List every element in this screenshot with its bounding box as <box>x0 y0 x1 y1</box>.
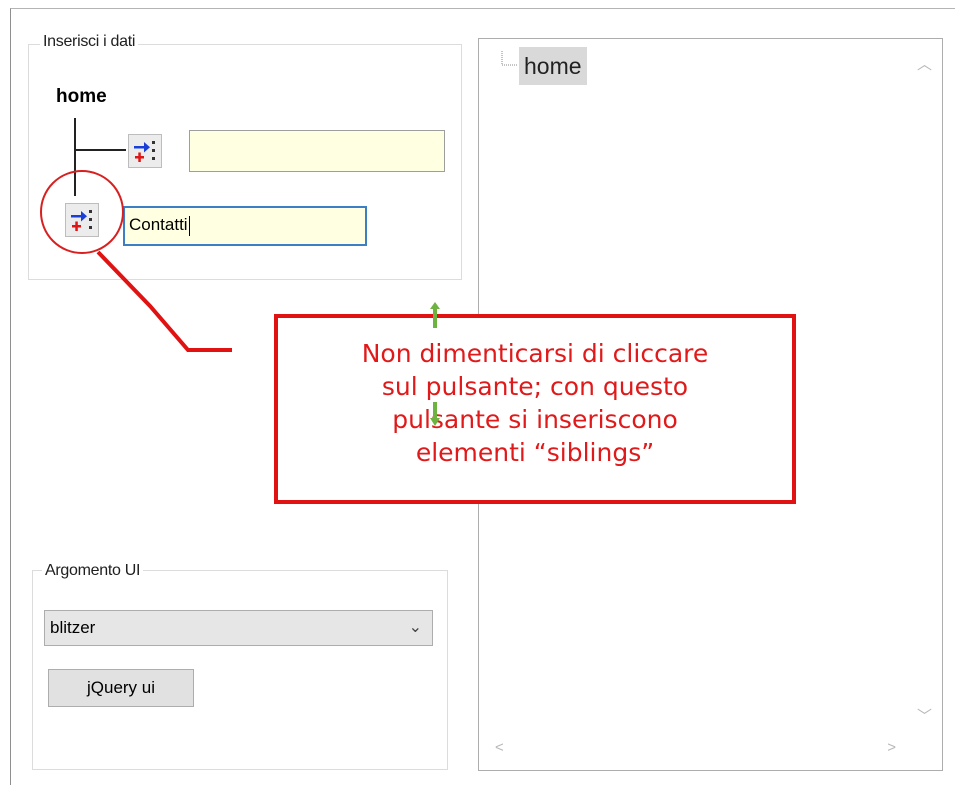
theme-select[interactable]: blitzer ⌄ <box>44 610 433 646</box>
callout-line-1: Non dimenticarsi di cliccare <box>361 339 709 368</box>
scroll-down-arrow[interactable]: ﹀ <box>917 705 932 726</box>
callout-line-2: sul pulsante; con questo <box>381 372 689 401</box>
annotation-callout: Non dimenticarsi di cliccare sul pulsant… <box>274 314 796 504</box>
callout-line-4: elementi “siblings” <box>415 438 655 467</box>
theme-select-value: blitzer <box>50 618 96 637</box>
tree-dotted-connector <box>501 51 518 66</box>
callout-line-3: pulsante si inseriscono <box>392 405 678 434</box>
arrow-up-icon[interactable] <box>429 302 441 328</box>
scroll-up-arrow[interactable]: ︿ <box>917 53 932 74</box>
scroll-left-arrow[interactable]: < <box>495 739 504 756</box>
tree-node-home[interactable]: home <box>519 47 587 85</box>
arrow-down-icon[interactable] <box>429 402 441 426</box>
chevron-down-icon: ⌄ <box>408 619 422 636</box>
jquery-ui-button[interactable]: jQuery ui <box>48 669 194 707</box>
scroll-right-arrow[interactable]: > <box>887 739 896 756</box>
argomento-ui-legend: Argomento UI <box>42 562 144 580</box>
